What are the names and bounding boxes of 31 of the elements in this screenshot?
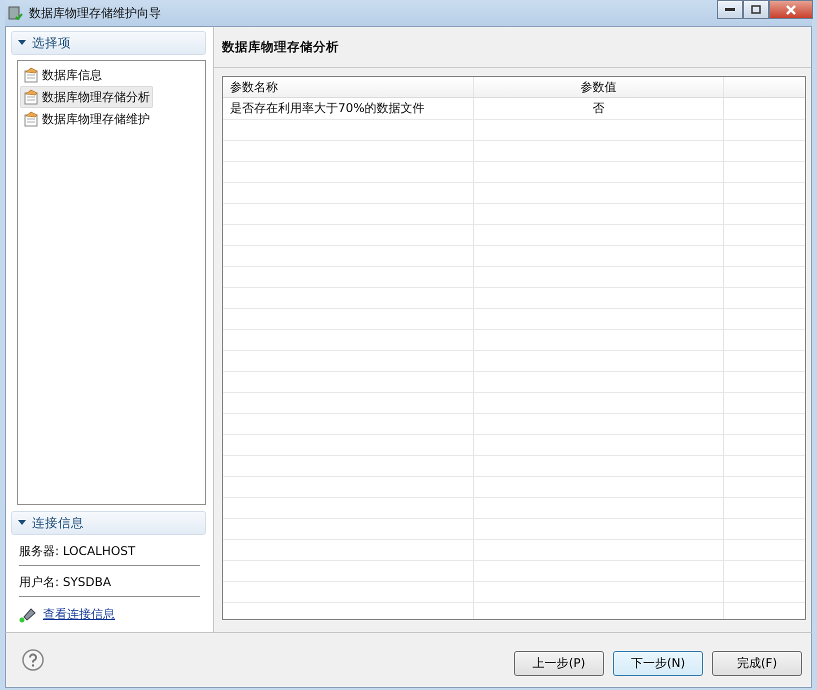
app-icon xyxy=(7,5,23,22)
maximize-icon xyxy=(751,5,761,14)
section-header[interactable]: 选择项 xyxy=(11,31,206,56)
close-icon xyxy=(785,4,797,14)
document-icon xyxy=(23,67,39,84)
user-label: 用户名: SYSDBA xyxy=(19,566,200,598)
maximize-button[interactable] xyxy=(743,0,769,19)
collapse-icon xyxy=(18,520,26,526)
minimize-icon xyxy=(725,8,735,12)
document-icon xyxy=(23,89,39,106)
section-header[interactable]: 连接信息 xyxy=(11,511,206,536)
window-title: 数据库物理存储维护向导 xyxy=(29,4,161,22)
close-button[interactable] xyxy=(769,0,813,19)
wizard-button[interactable]: 下一步(N) xyxy=(613,650,703,676)
page-title: 数据库物理存储分析 xyxy=(214,27,811,68)
column-header[interactable]: 参数名称 xyxy=(223,77,474,98)
column-header[interactable]: 参数值 xyxy=(474,77,724,98)
table-cell: 否 xyxy=(474,98,724,120)
list-item[interactable]: 数据库物理存储分析 xyxy=(20,86,153,108)
minimize-button[interactable] xyxy=(717,0,743,19)
list-item[interactable]: 数据库物理存储维护 xyxy=(20,108,153,130)
collapse-icon xyxy=(18,40,26,46)
server-label: 服务器: LOCALHOST xyxy=(19,535,200,566)
table-cell: 是否存在利用率大于70%的数据文件 xyxy=(223,98,474,120)
list-item[interactable]: 数据库信息 xyxy=(20,64,105,86)
help-icon[interactable] xyxy=(22,649,44,672)
wizard-button[interactable]: 完成(F) xyxy=(712,650,802,676)
connection-info-link[interactable]: 查看连接信息 xyxy=(43,606,115,624)
plug-icon xyxy=(19,606,37,623)
wizard-button[interactable]: 上一步(P) xyxy=(514,650,604,676)
document-icon xyxy=(23,111,39,128)
